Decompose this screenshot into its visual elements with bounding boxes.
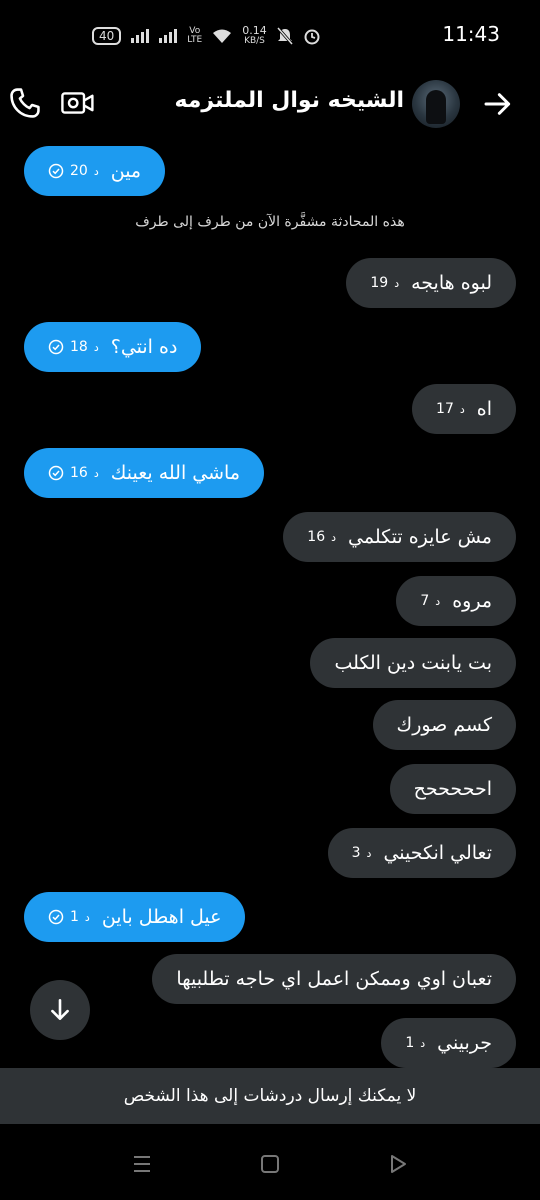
avatar[interactable] bbox=[412, 80, 460, 128]
message-bubble-sent[interactable]: د 18 ده انتي؟ bbox=[24, 322, 202, 372]
message-text: ده انتي؟ bbox=[110, 336, 178, 358]
message-text: كسم صورك bbox=[396, 714, 492, 736]
message-text: جربيني bbox=[437, 1032, 492, 1054]
home-square-icon[interactable] bbox=[258, 1152, 282, 1176]
battery-indicator: 40 bbox=[92, 27, 122, 45]
status-bar: 40 Vo LTE 0.14 KB/S 11:43 bbox=[0, 0, 540, 72]
check-circle-icon bbox=[48, 465, 64, 481]
phone-icon[interactable] bbox=[8, 86, 42, 120]
message-bubble-received[interactable]: د 19 لبوه هايجه bbox=[346, 258, 516, 308]
arrow-down-icon bbox=[51, 998, 69, 1020]
alarm-icon bbox=[304, 29, 320, 45]
message-bubble-received[interactable]: د 17 اه bbox=[412, 384, 516, 434]
message-bubble-received[interactable]: د7 مروه bbox=[396, 576, 516, 626]
message-text: احححححح bbox=[413, 778, 492, 800]
blocked-message-bar: لا يمكنك إرسال دردشات إلى هذا الشخص bbox=[0, 1068, 540, 1124]
message-meta: د3 bbox=[351, 845, 372, 861]
blocked-message: لا يمكنك إرسال دردشات إلى هذا الشخص bbox=[123, 1086, 417, 1106]
clock: 11:43 bbox=[442, 22, 500, 46]
check-circle-icon bbox=[48, 339, 64, 355]
message-meta: د 18 bbox=[48, 339, 99, 355]
message-text: ماشي الله يعينك bbox=[110, 462, 241, 484]
message-meta: د 16 bbox=[48, 465, 99, 481]
back-triangle-icon[interactable] bbox=[386, 1152, 410, 1176]
signal-icon bbox=[131, 29, 150, 43]
message-text: مش عايزه تتكلمي bbox=[348, 526, 492, 548]
scroll-to-bottom-button[interactable] bbox=[30, 980, 90, 1040]
check-circle-icon bbox=[48, 163, 64, 179]
message-text: تعبان اوي وممكن اعمل اي حاجه تطلبيها bbox=[176, 968, 492, 990]
message-bubble-received[interactable]: احححححح bbox=[389, 764, 516, 814]
encryption-notice: هذه المحادثة مشفَّرة الآن من طرف إلى طرف bbox=[135, 214, 405, 230]
message-meta: د1 bbox=[405, 1035, 426, 1051]
message-text: مين bbox=[110, 160, 142, 182]
message-text: اه bbox=[476, 398, 492, 420]
message-text: عيل اهطل باين bbox=[101, 906, 222, 928]
message-bubble-sent[interactable]: د 16 ماشي الله يعينك bbox=[24, 448, 265, 498]
chat-header: الشيخه نوال الملتزمه bbox=[0, 72, 540, 140]
message-meta: د 17 bbox=[436, 401, 465, 417]
arrow-right-icon[interactable] bbox=[482, 88, 514, 120]
message-meta: د1 bbox=[48, 909, 90, 925]
message-bubble-sent[interactable]: د 20 مين bbox=[24, 146, 166, 196]
system-navigation-bar bbox=[0, 1124, 540, 1200]
status-icons: 40 Vo LTE 0.14 KB/S bbox=[92, 24, 321, 48]
menu-icon[interactable] bbox=[130, 1152, 154, 1176]
message-bubble-received[interactable]: تعبان اوي وممكن اعمل اي حاجه تطلبيها bbox=[152, 954, 516, 1004]
signal-icon bbox=[159, 29, 178, 43]
message-text: لبوه هايجه bbox=[411, 272, 492, 294]
volte-indicator: Vo LTE bbox=[187, 26, 203, 45]
message-bubble-received[interactable]: كسم صورك bbox=[372, 700, 516, 750]
mute-bell-icon bbox=[276, 27, 293, 45]
message-bubble-received[interactable]: بت يابنت دين الكلب bbox=[310, 638, 516, 688]
network-speed: 0.14 KB/S bbox=[242, 24, 267, 46]
wifi-icon bbox=[213, 29, 232, 43]
message-bubble-received[interactable]: د1 جربيني bbox=[381, 1018, 516, 1068]
message-bubble-sent[interactable]: د1 عيل اهطل باين bbox=[24, 892, 246, 942]
message-meta: د 20 bbox=[48, 163, 99, 179]
message-meta: د 19 bbox=[370, 275, 400, 291]
video-camera-icon[interactable] bbox=[60, 88, 96, 118]
message-meta: د 16 bbox=[307, 529, 337, 545]
message-bubble-received[interactable]: د3 تعالي انكحيني bbox=[327, 828, 516, 878]
message-meta: د7 bbox=[420, 593, 441, 609]
message-bubble-received[interactable]: د 16 مش عايزه تتكلمي bbox=[283, 512, 516, 562]
message-text: تعالي انكحيني bbox=[383, 842, 492, 864]
message-text: مروه bbox=[452, 590, 492, 612]
contact-name[interactable]: الشيخه نوال الملتزمه bbox=[174, 88, 404, 113]
check-circle-icon bbox=[48, 909, 64, 925]
message-text: بت يابنت دين الكلب bbox=[334, 652, 492, 674]
